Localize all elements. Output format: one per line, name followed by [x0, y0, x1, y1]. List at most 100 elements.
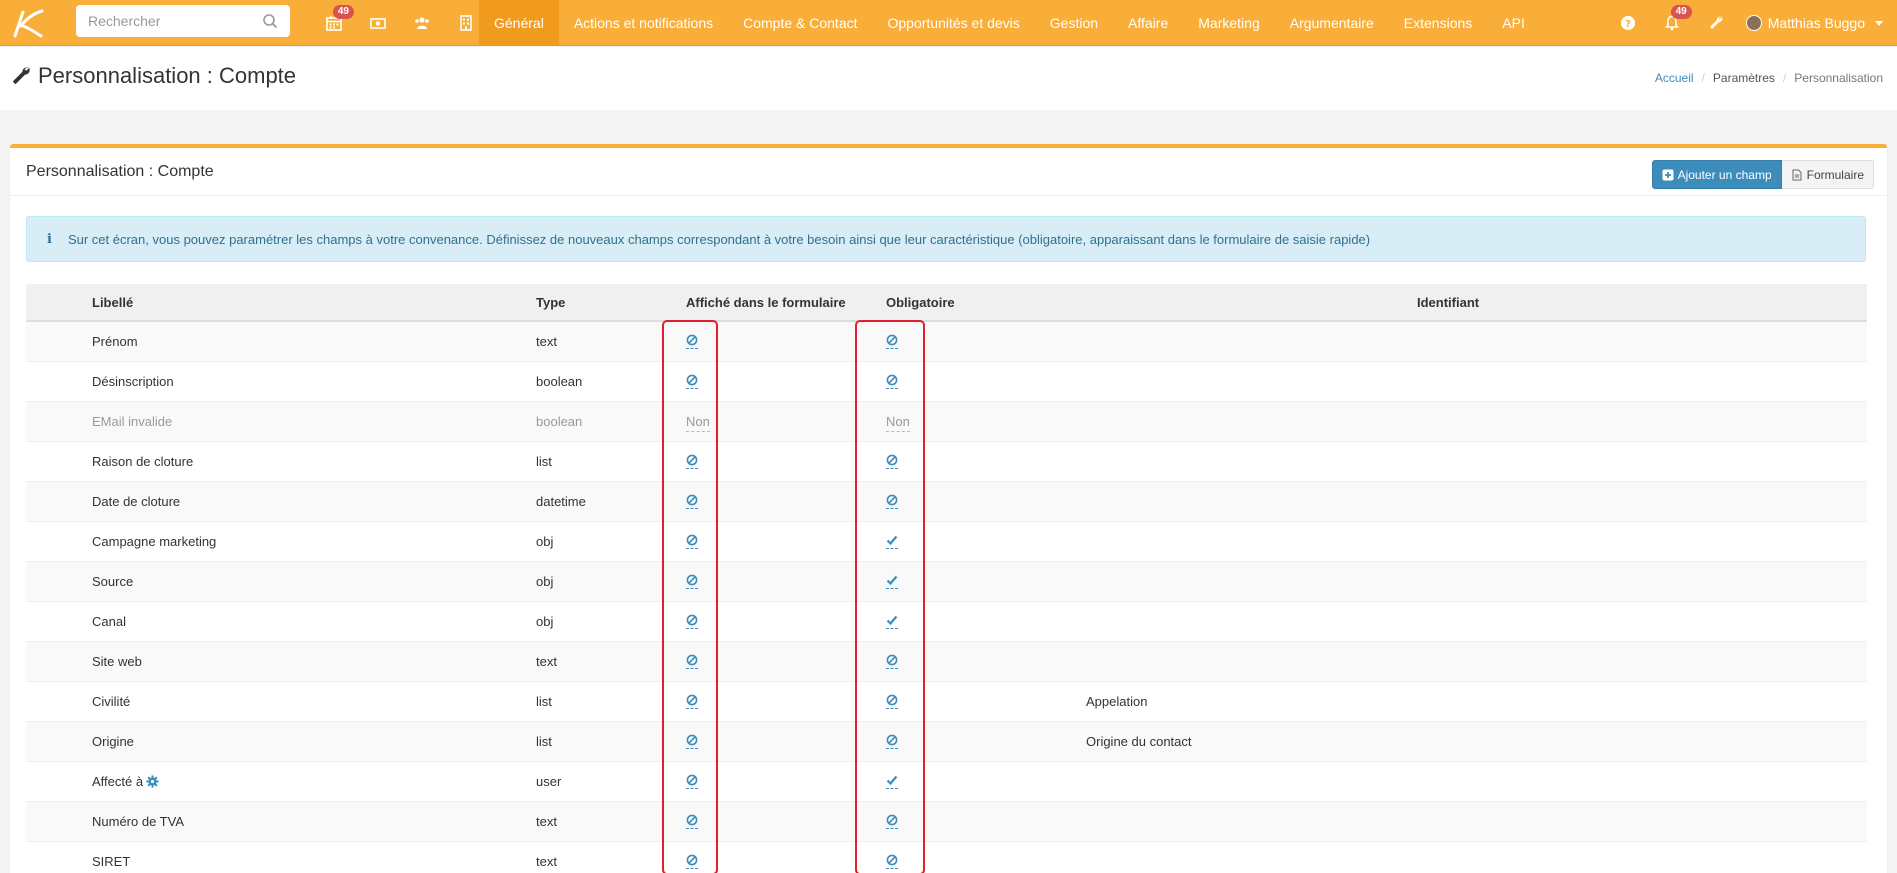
row-spacer — [26, 720, 92, 761]
field-label: Date de cloture — [92, 493, 181, 509]
breadcrumb-home[interactable]: Accueil — [1655, 71, 1694, 85]
field-label: Raison de cloture — [92, 453, 194, 469]
identifiant-cell — [1086, 400, 1417, 441]
libelle-cell: Désinscription — [92, 360, 536, 401]
notifications-button[interactable]: 49 — [1650, 0, 1694, 46]
menu-item-argumentaire[interactable]: Argumentaire — [1275, 0, 1389, 46]
libelle-cell: Numéro de TVA — [92, 800, 536, 841]
app-logo[interactable] — [0, 0, 54, 46]
identifiant-cell — [1086, 480, 1417, 521]
field-label: Désinscription — [92, 373, 174, 389]
identifiant-cell — [1086, 800, 1417, 841]
breadcrumb-parametres[interactable]: Paramètres — [1713, 71, 1775, 85]
menu-item-affaire[interactable]: Affaire — [1113, 0, 1183, 46]
field-type: text — [536, 813, 557, 829]
page-title: Personnalisation : Compte — [10, 63, 296, 89]
row-spacer — [26, 360, 92, 401]
menu-item-marketing[interactable]: Marketing — [1183, 0, 1274, 46]
identifiant-cell — [1086, 600, 1417, 641]
menu-item-general[interactable]: Général — [479, 0, 559, 46]
plus-square-icon — [1662, 169, 1674, 180]
field-label: Civilité — [92, 693, 131, 709]
money-button[interactable] — [356, 0, 400, 46]
field-label: Prénom — [92, 333, 138, 349]
field-type: list — [536, 693, 552, 709]
money-icon — [370, 18, 386, 29]
menu-item-actions[interactable]: Actions et notifications — [559, 0, 728, 46]
identifiant-cell — [1086, 840, 1417, 873]
building-icon — [460, 15, 472, 31]
table-header-row: Libellé Type Affiché dans le formulaire … — [26, 284, 1867, 322]
field-label: Origine — [92, 733, 134, 749]
settings-button[interactable] — [1694, 0, 1738, 46]
alert-text: Sur cet écran, vous pouvez paramétrer le… — [67, 231, 1371, 247]
gear-icon[interactable] — [146, 774, 159, 788]
row-spacer — [26, 520, 92, 561]
breadcrumb: Accueil / Paramètres / Personnalisation — [1655, 71, 1883, 85]
search-input[interactable]: Rechercher — [76, 5, 290, 37]
row-spacer — [26, 320, 92, 361]
wrench-icon — [12, 67, 30, 85]
column-header-type[interactable]: Type — [536, 284, 686, 322]
table-row: Désinscription boolean — [26, 360, 1867, 401]
highlight-obligatoire-column — [855, 320, 925, 873]
add-field-label: Ajouter un champ — [1677, 167, 1772, 182]
row-spacer — [26, 680, 92, 721]
field-type: user — [536, 773, 562, 789]
row-spacer — [1417, 480, 1867, 521]
help-icon: ? — [1620, 16, 1635, 30]
avatar — [1745, 15, 1762, 31]
field-type: boolean — [536, 413, 583, 429]
identifiant-cell — [1086, 560, 1417, 601]
field-type: list — [536, 733, 552, 749]
breadcrumb-separator: / — [1782, 71, 1787, 85]
user-menu[interactable]: Matthias Buggo — [1738, 15, 1883, 31]
row-spacer — [1417, 800, 1867, 841]
column-header-obligatoire[interactable]: Obligatoire — [886, 284, 1086, 322]
field-label: Source — [92, 573, 134, 589]
field-label: Site web — [92, 653, 142, 669]
field-identifier: Appelation — [1086, 693, 1148, 709]
table-row: Raison de cloture list — [26, 440, 1867, 481]
table-row: Civilité list Appelation — [26, 680, 1867, 721]
menu-item-opportunites[interactable]: Opportunités et devis — [873, 0, 1035, 46]
field-label: Numéro de TVA — [92, 813, 185, 829]
wrench-icon — [1709, 16, 1723, 29]
row-spacer — [1417, 640, 1867, 681]
row-spacer — [1417, 560, 1867, 601]
search-icon[interactable] — [262, 13, 278, 29]
field-type: text — [536, 853, 557, 869]
menu-item-compte-contact[interactable]: Compte & Contact — [728, 0, 872, 46]
column-header-affiche[interactable]: Affiché dans le formulaire — [686, 284, 886, 322]
top-navbar: Rechercher 49 Général Actions et notific… — [0, 0, 1897, 46]
table-row: Prénom text — [26, 320, 1867, 361]
libelle-cell: Site web — [92, 640, 536, 681]
calendar-button[interactable]: 49 — [312, 0, 356, 46]
row-spacer — [1417, 760, 1867, 801]
column-header-libelle[interactable]: Libellé — [92, 284, 536, 322]
menu-item-extensions[interactable]: Extensions — [1389, 0, 1487, 46]
box-title: Personnalisation : Compte — [26, 163, 214, 180]
column-header-identifiant[interactable]: Identifiant — [1417, 284, 1867, 322]
menu-item-api[interactable]: API — [1487, 0, 1540, 46]
row-spacer — [1417, 440, 1867, 481]
menu-item-gestion[interactable]: Gestion — [1035, 0, 1113, 46]
fields-table: Libellé Type Affiché dans le formulaire … — [26, 284, 1867, 873]
row-spacer — [1417, 680, 1867, 721]
field-label: EMail invalide — [92, 413, 173, 429]
form-button[interactable]: Formulaire — [1781, 160, 1874, 189]
add-field-button[interactable]: Ajouter un champ — [1651, 160, 1782, 189]
row-spacer — [1417, 320, 1867, 361]
user-name: Matthias Buggo — [1767, 15, 1865, 31]
field-type: boolean — [536, 373, 583, 389]
field-type: datetime — [536, 493, 586, 509]
users-button[interactable] — [400, 0, 444, 46]
help-button[interactable]: ? — [1606, 0, 1650, 46]
table-row: EMail invalide boolean Non Non — [26, 400, 1867, 441]
field-label: Affecté à — [92, 773, 144, 789]
row-spacer — [26, 440, 92, 481]
table-row: Campagne marketing obj — [26, 520, 1867, 561]
table-row: Origine list Origine du contact — [26, 720, 1867, 761]
form-label: Formulaire — [1806, 167, 1864, 182]
breadcrumb-separator: / — [1701, 71, 1705, 85]
